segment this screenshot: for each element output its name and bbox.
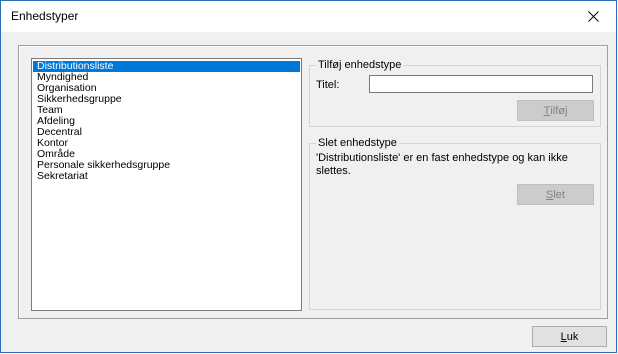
- close-icon: [588, 11, 599, 22]
- title-field-label: Titel:: [316, 79, 340, 91]
- close-window-button[interactable]: [571, 1, 616, 32]
- list-item[interactable]: Sikkerhedsgruppe: [33, 94, 300, 105]
- title-input[interactable]: [369, 75, 593, 93]
- delete-button-mnemonic: S: [546, 188, 554, 201]
- add-button-mnemonic: T: [543, 104, 551, 117]
- delete-button[interactable]: Slet: [517, 184, 594, 205]
- close-button-label: uk: [566, 330, 579, 343]
- add-button[interactable]: Tilføj: [517, 100, 594, 121]
- delete-button-label: let: [553, 188, 565, 201]
- add-group-title: Tilføj enhedstype: [316, 59, 404, 71]
- unit-type-listbox[interactable]: Distributionsliste Myndighed Organisation S…: [31, 58, 302, 311]
- add-button-label: ilføj: [550, 104, 568, 117]
- title-bar[interactable]: Enhedstyper: [1, 1, 616, 32]
- close-button[interactable]: Luk: [532, 326, 607, 347]
- list-item[interactable]: Decentral: [33, 127, 300, 138]
- delete-group-title: Slet enhedstype: [316, 137, 399, 149]
- delete-message: 'Distributionsliste' er en fast enhedsty…: [316, 152, 568, 177]
- list-item[interactable]: Sekretariat: [33, 171, 300, 182]
- window-title: Enhedstyper: [11, 9, 79, 23]
